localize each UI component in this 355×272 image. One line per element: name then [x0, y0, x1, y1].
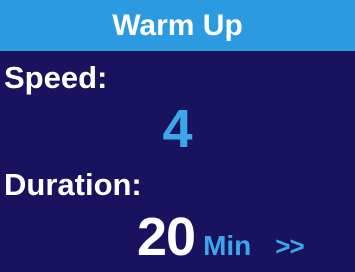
next-arrow-button[interactable]: >>	[275, 231, 304, 262]
workout-screen: Warm Up Speed: 4 Duration: 20 Min >>	[0, 0, 355, 272]
speed-value: 4	[162, 99, 193, 159]
duration-label: Duration:	[4, 167, 142, 202]
duration-value: 20	[137, 207, 196, 267]
workout-title: Warm Up	[0, 0, 355, 51]
duration-unit: Min	[203, 230, 252, 261]
duration-row: 20 Min >>	[137, 206, 305, 268]
speed-label: Speed:	[4, 60, 108, 95]
